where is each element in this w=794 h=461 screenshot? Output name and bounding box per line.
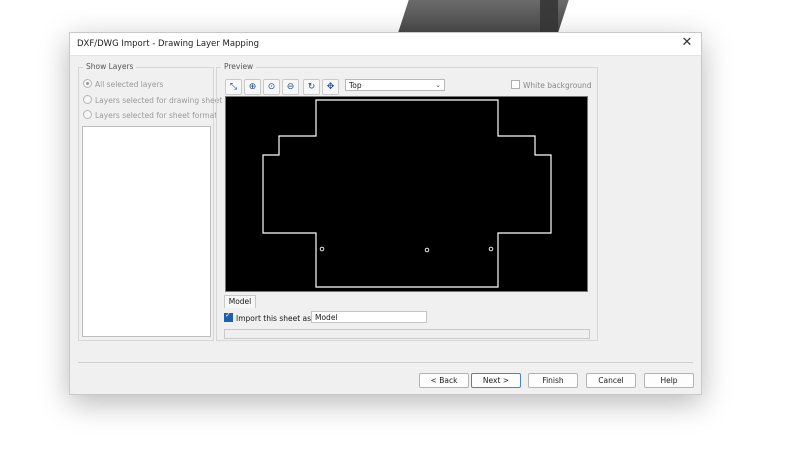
radio-button-icon bbox=[83, 110, 92, 119]
background-3d-model-side bbox=[540, 0, 558, 34]
rotate-icon[interactable]: ↻ bbox=[303, 79, 320, 95]
hole-right bbox=[488, 246, 494, 252]
part-outline bbox=[262, 99, 552, 288]
checkbox-icon bbox=[511, 80, 520, 89]
layer-list[interactable] bbox=[82, 126, 211, 337]
button-separator bbox=[78, 362, 693, 363]
tab-model[interactable]: Model bbox=[224, 295, 256, 308]
radio-all-selected-layers[interactable]: All selected layers bbox=[83, 79, 163, 89]
radio-label: All selected layers bbox=[95, 80, 164, 89]
radio-layers-drawing-sheet[interactable]: Layers selected for drawing sheet bbox=[83, 95, 222, 105]
preview-label: Preview bbox=[221, 62, 257, 71]
hole-center bbox=[424, 247, 430, 253]
checkbox-checked-icon bbox=[224, 311, 233, 322]
radio-button-icon bbox=[83, 95, 92, 104]
window-title: DXF/DWG Import - Drawing Layer Mapping bbox=[77, 39, 259, 49]
zoom-out-icon[interactable]: ⊖ bbox=[282, 79, 299, 95]
finish-button[interactable]: Finish bbox=[528, 373, 578, 388]
radio-label: Layers selected for sheet format bbox=[95, 111, 218, 120]
back-button[interactable]: < Back bbox=[419, 373, 469, 388]
radio-layers-sheet-format[interactable]: Layers selected for sheet format bbox=[83, 110, 217, 120]
view-select-value: Top bbox=[349, 81, 362, 90]
white-background-label: White background bbox=[523, 81, 592, 90]
select-icon[interactable]: ⤡ bbox=[225, 79, 242, 95]
import-sheet-label: Import this sheet as : bbox=[236, 314, 316, 323]
radio-button-icon bbox=[83, 79, 92, 88]
import-dialog: DXF/DWG Import - Drawing Layer Mapping ✕… bbox=[69, 32, 702, 395]
zoom-window-icon[interactable]: ⊕ bbox=[244, 79, 261, 95]
chevron-down-icon: ⌄ bbox=[435, 81, 441, 89]
drawing-outline bbox=[262, 99, 552, 288]
cancel-button[interactable]: Cancel bbox=[586, 373, 636, 388]
title-bar: DXF/DWG Import - Drawing Layer Mapping ✕ bbox=[70, 33, 701, 56]
pan-icon[interactable]: ✥ bbox=[322, 79, 339, 95]
radio-label: Layers selected for drawing sheet bbox=[95, 96, 223, 105]
import-sheet-checkbox[interactable]: Import this sheet as : bbox=[224, 311, 316, 323]
help-button[interactable]: Help bbox=[644, 373, 694, 388]
preview-group: Preview ⤡ ⊕ ⊙ ⊖ ↻ ✥ Top ⌄ White backgrou… bbox=[216, 62, 598, 341]
white-background-checkbox[interactable]: White background bbox=[511, 80, 592, 90]
progress-bar bbox=[224, 329, 590, 339]
zoom-fit-icon[interactable]: ⊙ bbox=[263, 79, 280, 95]
sheet-name-input[interactable]: Model bbox=[311, 311, 427, 323]
hole-left bbox=[319, 246, 325, 252]
preview-canvas[interactable] bbox=[225, 96, 588, 292]
show-layers-group: Show Layers All selected layers Layers s… bbox=[78, 62, 222, 341]
close-icon[interactable]: ✕ bbox=[679, 35, 695, 51]
view-orientation-select[interactable]: Top ⌄ bbox=[345, 79, 445, 91]
next-button[interactable]: Next > bbox=[471, 373, 521, 388]
show-layers-label: Show Layers bbox=[83, 62, 137, 71]
